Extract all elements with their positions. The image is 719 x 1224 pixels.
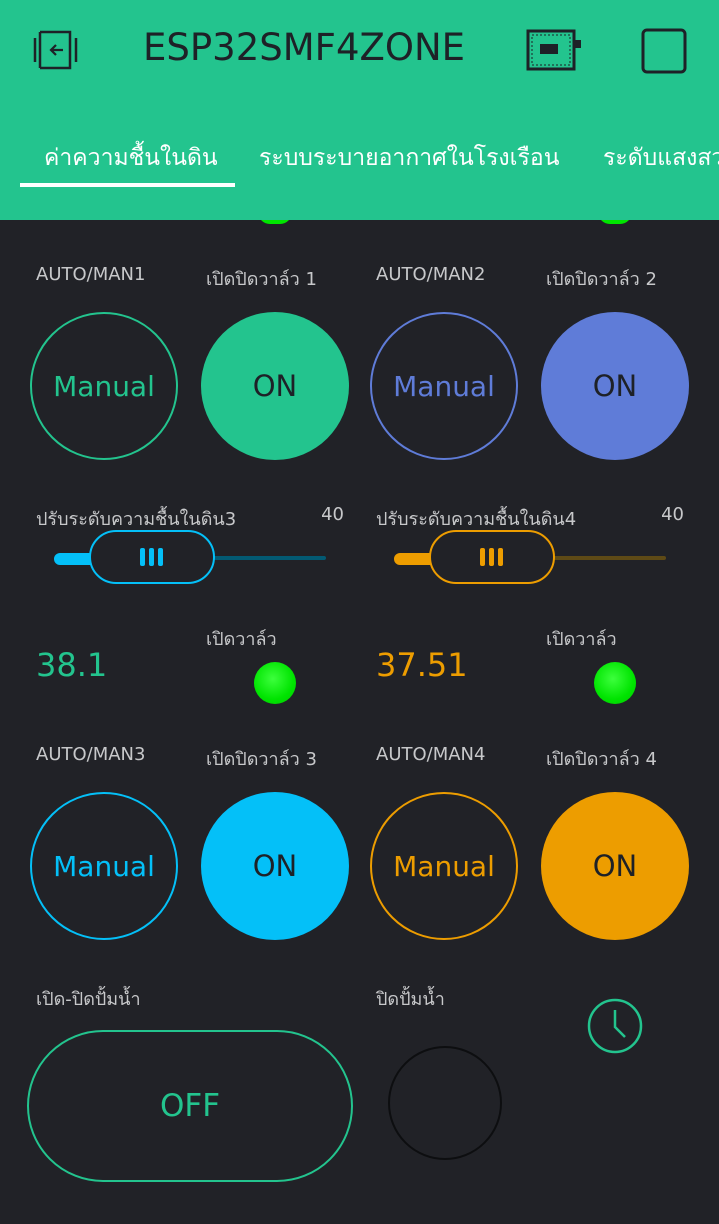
app-header: ESP32SMF4ZONE ค่าความชื้นในดิน ระบบระบาย… (0, 0, 719, 220)
slider-handle[interactable] (88, 530, 215, 584)
mode-button-1[interactable]: Manual (30, 312, 178, 460)
device-board-icon[interactable] (526, 28, 584, 76)
clock-icon[interactable] (586, 997, 644, 1059)
square-icon[interactable] (641, 28, 687, 78)
pump-label: เปิด-ปิดปั้มน้ำ (36, 989, 141, 1010)
mode-label-1: AUTO/MAN1 (36, 264, 146, 285)
active-tab-indicator (20, 183, 235, 187)
valve-label-3: เปิดปิดวาล์ว 3 (206, 749, 317, 770)
app-title: ESP32SMF4ZONE (143, 26, 466, 69)
slider-label-3: ปรับระดับความชื้นในดิน3 (36, 509, 237, 530)
slider-value-4: 40 (661, 504, 684, 525)
led-label-3: เปิดวาล์ว (206, 629, 277, 650)
exit-icon[interactable] (32, 26, 82, 78)
mode-button-4[interactable]: Manual (370, 792, 518, 940)
valve-label-4: เปิดปิดวาล์ว 4 (546, 749, 657, 770)
tab-soil-moisture[interactable]: ค่าความชื้นในดิน (44, 140, 218, 176)
moisture-slider-3[interactable] (54, 530, 326, 590)
valve-button-4[interactable]: ON (541, 792, 689, 940)
moisture-value-4: 37.51 (376, 646, 468, 684)
slider-handle[interactable] (428, 530, 555, 584)
mode-button-2[interactable]: Manual (370, 312, 518, 460)
mode-label-2: AUTO/MAN2 (376, 264, 486, 285)
valve-button-3[interactable]: ON (201, 792, 349, 940)
pump-off-led (388, 1046, 502, 1160)
slider-value-3: 40 (321, 504, 344, 525)
mode-label-3: AUTO/MAN3 (36, 744, 146, 765)
valve-button-2[interactable]: ON (541, 312, 689, 460)
mode-button-3[interactable]: Manual (30, 792, 178, 940)
valve-led-4 (594, 662, 636, 704)
valve-led-3 (254, 662, 296, 704)
mode-label-4: AUTO/MAN4 (376, 744, 486, 765)
tab-ventilation[interactable]: ระบบระบายอากาศในโรงเรือน (259, 140, 559, 176)
moisture-value-3: 38.1 (36, 646, 108, 684)
pump-off-label: ปิดปั้มน้ำ (376, 989, 445, 1010)
valve-button-1[interactable]: ON (201, 312, 349, 460)
tab-light-level[interactable]: ระดับแสงสว (603, 140, 719, 176)
valve-label-2: เปิดปิดวาล์ว 2 (546, 269, 657, 290)
valve-label-1: เปิดปิดวาล์ว 1 (206, 269, 317, 290)
led-label-4: เปิดวาล์ว (546, 629, 617, 650)
moisture-slider-4[interactable] (394, 530, 666, 590)
slider-label-4: ปรับระดับความชื้นในดิน4 (376, 509, 577, 530)
pump-toggle-button[interactable]: OFF (27, 1030, 353, 1182)
